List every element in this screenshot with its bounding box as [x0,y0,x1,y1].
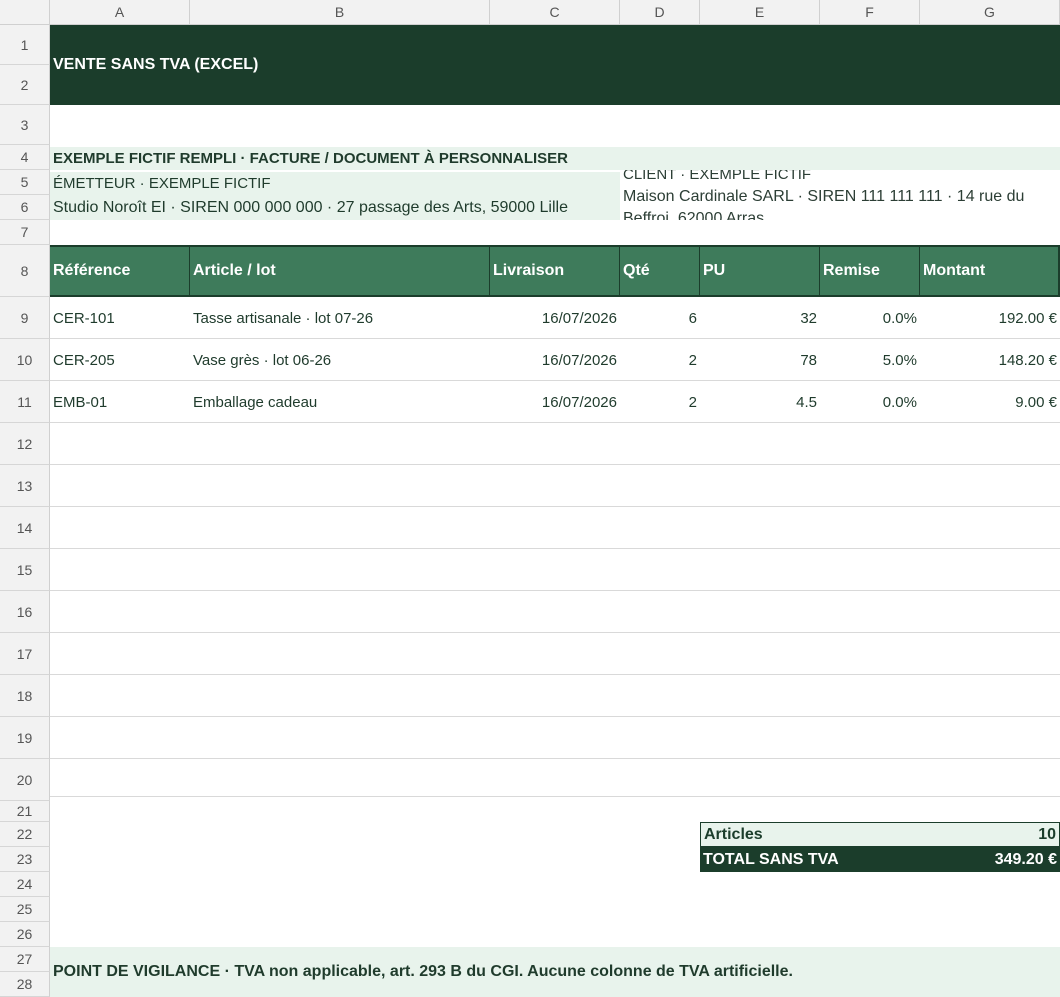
row-header-2[interactable]: 2 [0,65,50,105]
header-livraison[interactable]: Livraison [490,245,620,297]
row-header-3[interactable]: 3 [0,105,50,145]
header-reference[interactable]: Référence [50,245,190,297]
client-block[interactable]: CLIENT · EXEMPLE FICTIF Maison Cardinale… [620,170,1060,220]
row-header-6[interactable]: 6 [0,195,50,220]
row-header-28[interactable]: 28 [0,972,50,997]
articles-label: Articles [704,825,763,843]
row-separator [50,380,1060,381]
cell-livraison[interactable]: 16/07/2026 [490,297,620,339]
cell-montant[interactable]: 148.20 € [920,339,1060,381]
header-qty[interactable]: Qté [620,245,700,297]
vigilance-notice[interactable]: POINT DE VIGILANCE · TVA non applicable,… [50,947,1060,997]
total-value: 349.20 € [994,850,1057,868]
articles-total-row[interactable]: Articles 10 [700,822,1060,847]
cell-remise[interactable]: 5.0% [820,339,920,381]
cell-reference[interactable]: EMB-01 [50,381,190,423]
row-separator [50,422,1060,423]
row-header-4[interactable]: 4 [0,145,50,170]
column-header-g[interactable]: G [920,0,1060,25]
column-header-b[interactable]: B [190,0,490,25]
cell-pu[interactable]: 4.5 [700,381,820,423]
header-montant[interactable]: Montant [920,245,1060,297]
sheet-title[interactable]: VENTE SANS TVA (EXCEL) [50,25,1060,105]
row-separator [50,464,1060,465]
header-article[interactable]: Article / lot [190,245,490,297]
cell-pu[interactable]: 78 [700,339,820,381]
cell-livraison[interactable]: 16/07/2026 [490,339,620,381]
subtitle[interactable]: EXEMPLE FICTIF REMPLI · FACTURE / DOCUME… [50,147,1060,170]
spreadsheet: A B C D E F G 1 2 3 4 5 6 7 8 9 10 11 12… [0,0,1060,997]
header-remise[interactable]: Remise [820,245,920,297]
cell-qty[interactable]: 6 [620,297,700,339]
issuer-details[interactable]: Studio Noroît EI · SIREN 000 000 000 · 2… [50,195,620,220]
total-sans-tva-row[interactable]: TOTAL SANS TVA 349.20 € [700,847,1060,872]
cell-article[interactable]: Tasse artisanale · lot 07-26 [190,297,490,339]
row-separator [50,632,1060,633]
row-header-18[interactable]: 18 [0,675,50,717]
cell-qty[interactable]: 2 [620,339,700,381]
column-header-a[interactable]: A [50,0,190,25]
row-header-27[interactable]: 27 [0,947,50,972]
row-separator [50,716,1060,717]
row-header-14[interactable]: 14 [0,507,50,549]
row-header-22[interactable]: 22 [0,822,50,847]
cell-reference[interactable]: CER-101 [50,297,190,339]
header-pu[interactable]: PU [700,245,820,297]
row-header-23[interactable]: 23 [0,847,50,872]
select-all-corner[interactable] [0,0,50,25]
row-header-7[interactable]: 7 [0,220,50,245]
row-header-10[interactable]: 10 [0,339,50,381]
row-separator [50,590,1060,591]
cell-montant[interactable]: 192.00 € [920,297,1060,339]
total-label: TOTAL SANS TVA [703,850,839,868]
row-header-21[interactable]: 21 [0,801,50,822]
row-header-8[interactable]: 8 [0,245,50,297]
column-header-d[interactable]: D [620,0,700,25]
column-header-e[interactable]: E [700,0,820,25]
row-separator [50,796,1060,797]
cell-article[interactable]: Emballage cadeau [190,381,490,423]
column-header-f[interactable]: F [820,0,920,25]
issuer-label[interactable]: ÉMETTEUR · EXEMPLE FICTIF [50,172,620,195]
row-header-26[interactable]: 26 [0,922,50,947]
row-header-12[interactable]: 12 [0,423,50,465]
cell-remise[interactable]: 0.0% [820,297,920,339]
cell-qty[interactable]: 2 [620,381,700,423]
client-label: CLIENT · EXEMPLE FICTIF [623,170,812,183]
row-separator [50,506,1060,507]
row-separator [50,674,1060,675]
cell-reference[interactable]: CER-205 [50,339,190,381]
client-details: Maison Cardinale SARL · SIREN 111 111 11… [623,188,1025,220]
cell-livraison[interactable]: 16/07/2026 [490,381,620,423]
row-header-17[interactable]: 17 [0,633,50,675]
row-header-11[interactable]: 11 [0,381,50,423]
row-header-19[interactable]: 19 [0,717,50,759]
cell-pu[interactable]: 32 [700,297,820,339]
row-header-13[interactable]: 13 [0,465,50,507]
cell-montant[interactable]: 9.00 € [920,381,1060,423]
row-separator [50,338,1060,339]
cell-remise[interactable]: 0.0% [820,381,920,423]
row-header-15[interactable]: 15 [0,549,50,591]
column-header-c[interactable]: C [490,0,620,25]
row-header-25[interactable]: 25 [0,897,50,922]
cell-article[interactable]: Vase grès · lot 06-26 [190,339,490,381]
articles-value: 10 [1038,825,1056,843]
row-header-5[interactable]: 5 [0,170,50,195]
row-header-16[interactable]: 16 [0,591,50,633]
row-header-9[interactable]: 9 [0,297,50,339]
row-separator [50,758,1060,759]
row-header-1[interactable]: 1 [0,25,50,65]
row-separator [50,548,1060,549]
row-header-20[interactable]: 20 [0,759,50,801]
row-header-24[interactable]: 24 [0,872,50,897]
